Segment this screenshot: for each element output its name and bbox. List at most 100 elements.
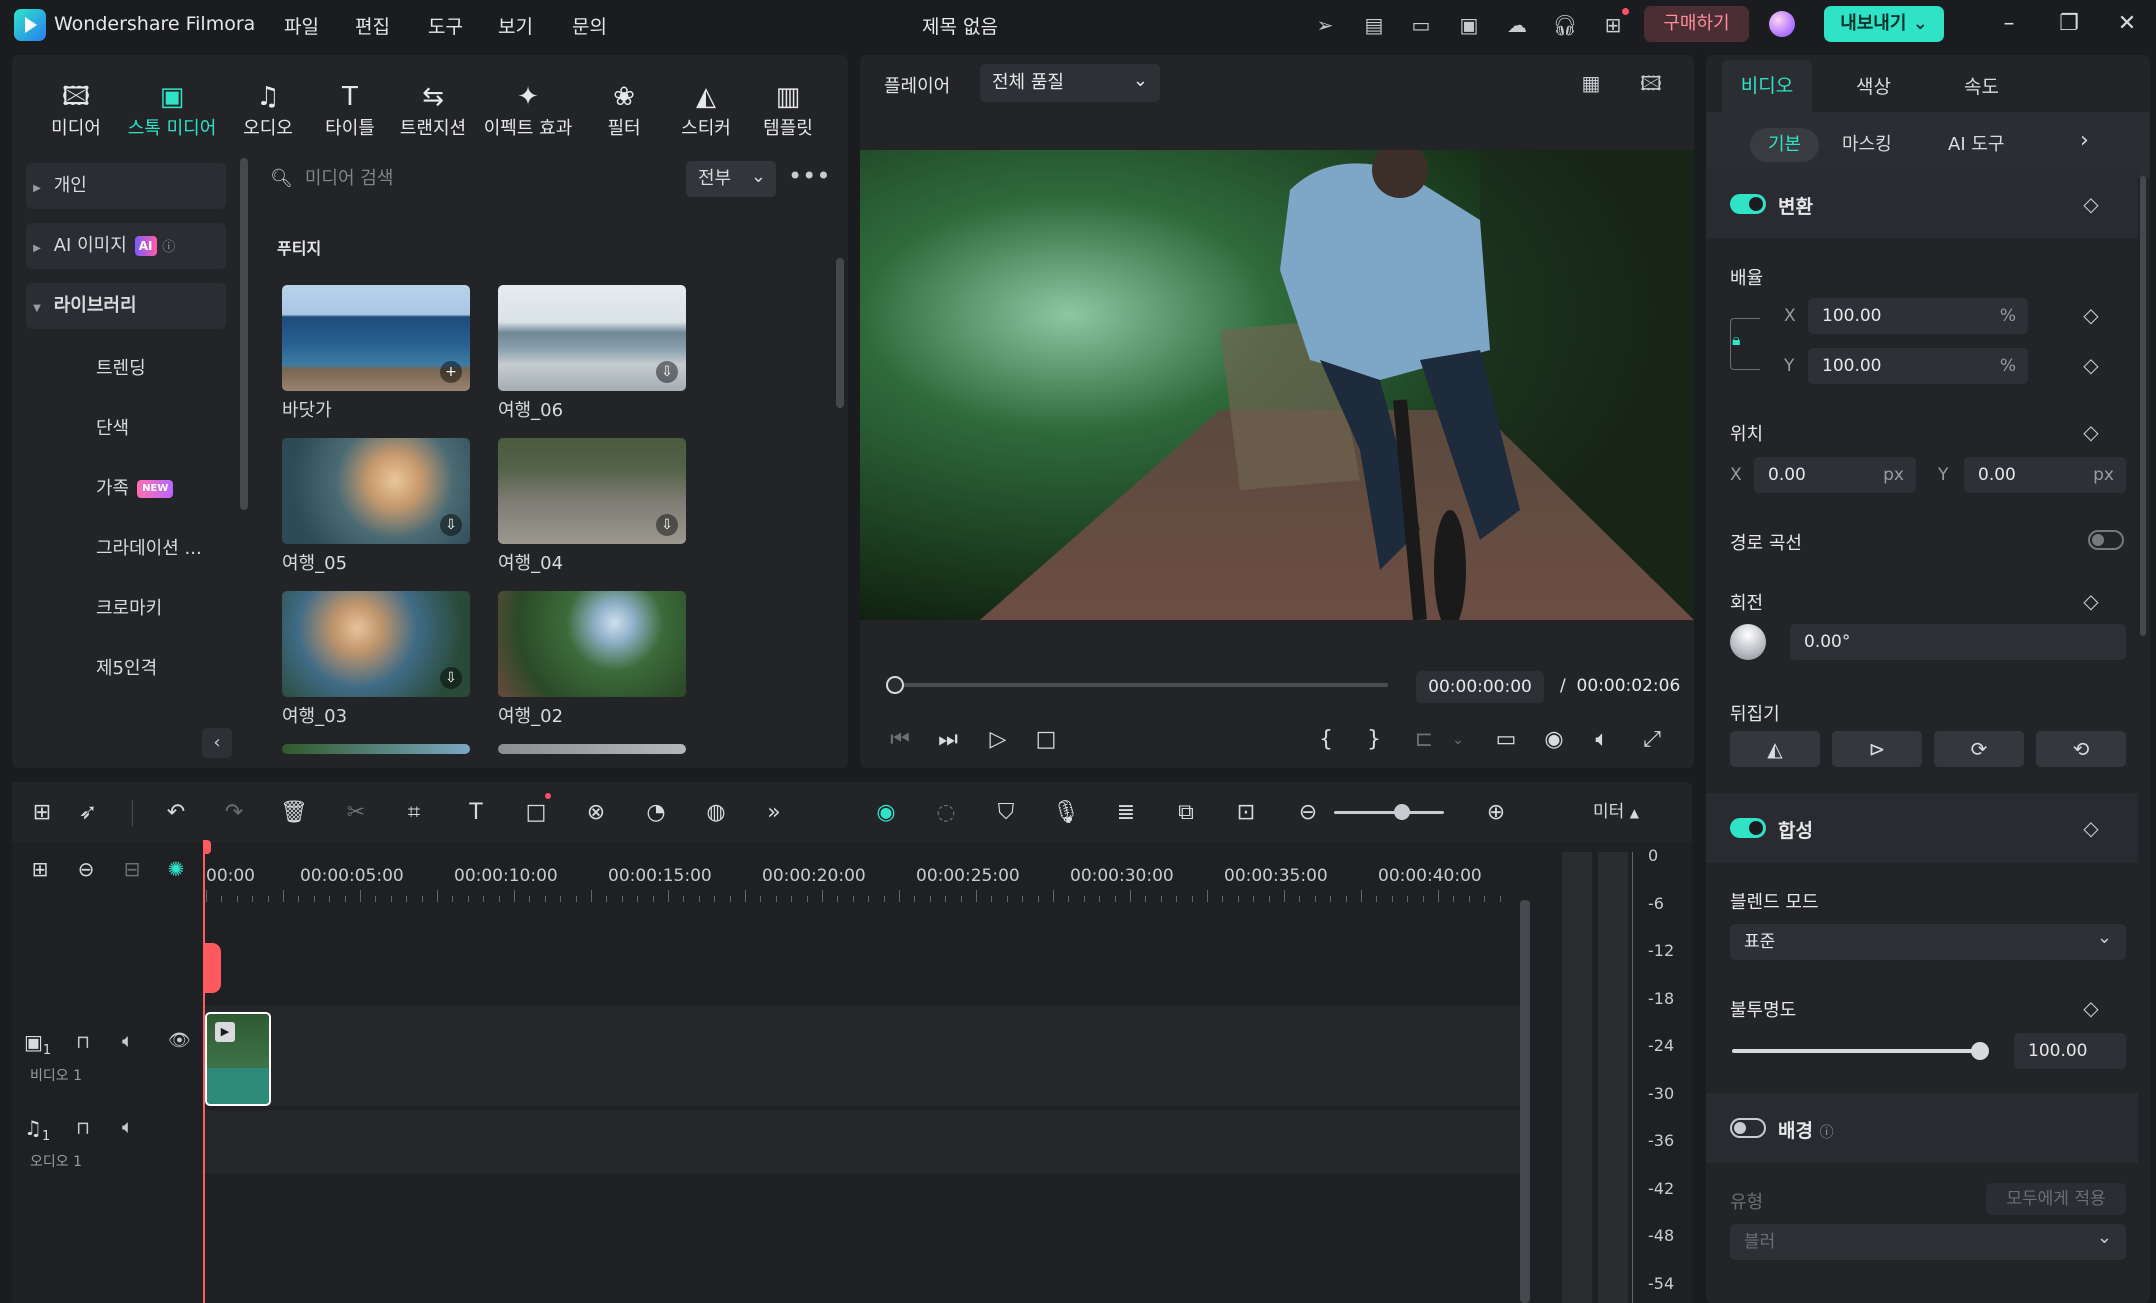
crop-icon[interactable]: ⌗: [398, 797, 430, 829]
keyframe-diamond-icon[interactable]: ◇: [2082, 998, 2100, 1018]
opacity-slider-track[interactable]: [1732, 1049, 1980, 1053]
speed-icon[interactable]: ◔: [640, 797, 672, 829]
insert-marker-icon[interactable]: ⊏: [1408, 724, 1440, 756]
meter-header[interactable]: 미터 ▲: [1540, 782, 1692, 842]
minimize-icon[interactable]: –: [1994, 9, 2024, 39]
subtab-basic[interactable]: 기본: [1750, 128, 1820, 162]
download-icon[interactable]: ⇩: [656, 361, 678, 383]
current-time[interactable]: 00:00:00:00: [1416, 671, 1544, 703]
properties-scrollbar[interactable]: [2140, 176, 2146, 636]
ai-assistant-icon[interactable]: ◉: [870, 797, 902, 829]
zoom-out-icon[interactable]: ⊖: [1292, 797, 1324, 829]
scale-x-input[interactable]: 100.00%: [1808, 298, 2028, 334]
video-preview[interactable]: [860, 150, 1694, 620]
opacity-slider-handle[interactable]: [1971, 1042, 1989, 1060]
keyframe-diamond-icon[interactable]: ◇: [2082, 818, 2100, 838]
menu-edit[interactable]: 편집: [355, 12, 390, 39]
lock-track-icon[interactable]: ⊓: [76, 1118, 90, 1139]
zoom-slider-track[interactable]: [1334, 811, 1444, 814]
sidebar-item-solid[interactable]: 단색: [96, 414, 129, 440]
redo-icon[interactable]: ↷: [218, 797, 250, 829]
filter-select[interactable]: 전부 ⌄: [686, 161, 776, 197]
add-icon[interactable]: +: [440, 361, 462, 383]
flip-horizontal-icon[interactable]: ◭: [1730, 731, 1820, 767]
mute-track-icon[interactable]: 🔈︎: [122, 1116, 133, 1138]
mute-track-icon[interactable]: 🔈︎: [122, 1030, 133, 1052]
play-icon[interactable]: ▷: [982, 724, 1014, 756]
media-scrollbar[interactable]: [836, 258, 844, 408]
shape-icon[interactable]: □: [520, 797, 552, 829]
compositing-toggle[interactable]: [1730, 818, 1766, 838]
tab-media[interactable]: 🖾 미디어: [36, 80, 116, 140]
send-icon[interactable]: ➢: [1312, 12, 1338, 38]
video-clip[interactable]: ▶: [205, 1012, 271, 1106]
chevron-down-icon[interactable]: ⌄: [1442, 724, 1474, 756]
footage-thumb-partial[interactable]: [498, 744, 686, 754]
progress-track[interactable]: [894, 683, 1388, 687]
layout-icon[interactable]: ▭: [1408, 12, 1434, 38]
tab-video[interactable]: 비디오: [1722, 60, 1812, 112]
tab-title[interactable]: T 타이틀: [310, 80, 390, 140]
rotation-input[interactable]: 0.00°: [1790, 624, 2126, 660]
fullscreen-icon[interactable]: ⤢: [1636, 724, 1668, 756]
stop-icon[interactable]: □: [1030, 724, 1062, 756]
transform-toggle[interactable]: [1730, 194, 1766, 214]
sidebar-item-trending[interactable]: 트렌딩: [96, 354, 146, 380]
opacity-input[interactable]: 100.00: [2014, 1033, 2126, 1069]
sidebar-item-gradient[interactable]: 그라데이션 ...: [96, 534, 202, 560]
preview-render-icon[interactable]: ⧉: [1170, 797, 1202, 829]
progress-handle[interactable]: [886, 676, 904, 694]
more-options-icon[interactable]: •••: [788, 164, 830, 194]
select-pointer-icon[interactable]: ➶: [72, 797, 104, 829]
display-settings-icon[interactable]: ▭: [1490, 724, 1522, 756]
keyframe-diamond-icon[interactable]: ◇: [2082, 194, 2100, 214]
help-icon[interactable]: ⓘ: [1820, 1125, 1834, 1141]
footage-thumb-travel-05[interactable]: ⇩: [282, 438, 470, 544]
grid-view-icon[interactable]: ▦: [1578, 70, 1604, 96]
sidebar-scrollbar[interactable]: [240, 158, 248, 510]
add-track-icon[interactable]: ⊞: [24, 853, 56, 885]
step-forward-icon[interactable]: ⏭: [932, 724, 964, 756]
subtab-masking[interactable]: 마스킹: [1842, 128, 1892, 162]
link-clip-icon[interactable]: ⊖: [70, 853, 102, 885]
sidebar-item-library[interactable]: ▼ 라이브러리: [26, 283, 226, 329]
tab-filter[interactable]: ❀ 필터: [584, 80, 664, 140]
fit-timeline-icon[interactable]: ⊡: [1230, 797, 1262, 829]
path-curve-toggle[interactable]: [2088, 530, 2124, 550]
keyframe-diamond-icon[interactable]: ◇: [2082, 591, 2100, 611]
lock-icon[interactable]: 🔒︎: [1732, 330, 1741, 350]
footage-thumb-travel-02[interactable]: [498, 591, 686, 697]
menu-file[interactable]: 파일: [284, 12, 319, 39]
headset-icon[interactable]: 🎧︎: [1552, 12, 1578, 38]
sidebar-item-ai-image[interactable]: ▶ AI 이미지 AI ⓘ: [26, 223, 226, 269]
zoom-slider-handle[interactable]: [1394, 804, 1410, 820]
menu-view[interactable]: 보기: [498, 12, 533, 39]
unlink-icon[interactable]: ⊟: [116, 853, 148, 885]
media-search[interactable]: 🔍︎ 미디어 검색: [270, 156, 750, 202]
footage-thumb-travel-04[interactable]: ⇩: [498, 438, 686, 544]
keyframe-diamond-icon[interactable]: ◇: [2082, 355, 2100, 375]
eye-icon[interactable]: 👁︎: [168, 1030, 191, 1051]
microphone-icon[interactable]: 🎙︎: [1050, 797, 1082, 829]
sidebar-item-family[interactable]: 가족 NEW: [96, 474, 174, 500]
position-y-input[interactable]: 0.00 px: [1964, 457, 2126, 493]
download-icon[interactable]: ⇩: [440, 514, 462, 536]
audio-track-row[interactable]: [12, 1110, 1522, 1174]
audio-stretch-icon[interactable]: ≣: [1110, 797, 1142, 829]
tab-effects[interactable]: ✦ 이펙트 효과: [478, 80, 578, 140]
text-icon[interactable]: T: [460, 797, 492, 829]
position-x-input[interactable]: 0.00 px: [1754, 457, 1916, 493]
keyframe-diamond-icon[interactable]: ◇: [2082, 305, 2100, 325]
rotate-left-icon[interactable]: ⟲: [2036, 731, 2126, 767]
subtab-ai-tools[interactable]: AI 도구: [1948, 128, 2004, 162]
close-icon[interactable]: ✕: [2112, 9, 2142, 39]
help-icon[interactable]: ⓘ: [162, 240, 175, 255]
marker-icon[interactable]: ⛉: [990, 797, 1022, 829]
auto-highlight-icon[interactable]: ◌: [930, 797, 962, 829]
quality-select[interactable]: 전체 품질 ⌄: [980, 64, 1160, 102]
snap-magnet-icon[interactable]: ✺: [160, 853, 192, 885]
footage-thumb-travel-03[interactable]: ⇩: [282, 591, 470, 697]
background-type-select[interactable]: 블러: [1730, 1220, 2126, 1260]
tab-template[interactable]: ▥ 템플릿: [748, 80, 828, 140]
color-palette-icon[interactable]: ◍: [700, 797, 732, 829]
